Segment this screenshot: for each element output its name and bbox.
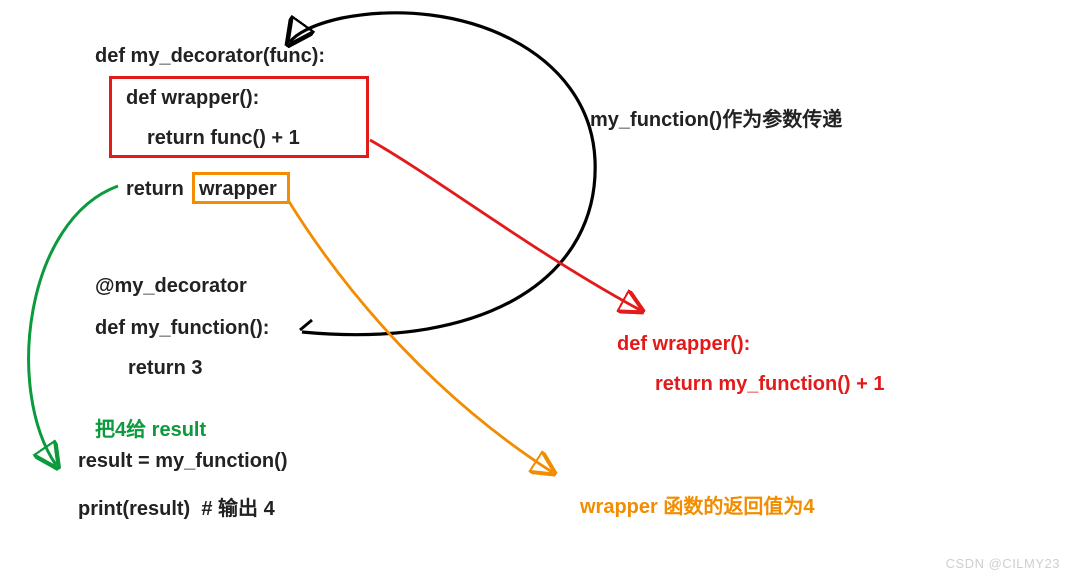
watermark: CSDN @CILMY23: [946, 556, 1060, 571]
code-line-5: @my_decorator: [95, 275, 247, 298]
orange-arrow: [288, 200, 552, 472]
red-box-wrapper: [109, 76, 369, 158]
annotation-wrapper-return: return my_function() + 1: [655, 373, 884, 396]
code-line-7: return 3: [128, 357, 202, 380]
code-line-4a: return: [126, 178, 189, 201]
annotation-wrapper-def: def wrapper():: [617, 333, 750, 356]
black-loop-arrow: [290, 13, 595, 335]
code-line-10: print(result) # 输出 4: [78, 492, 275, 521]
code-line-1: def my_decorator(func):: [95, 45, 325, 68]
black-arrow-spur: [300, 320, 312, 330]
annotation-result-label: 把4给 result: [95, 413, 206, 442]
annotation-bottom-right: wrapper 函数的返回值为4: [580, 490, 814, 519]
code-line-9: result = my_function(): [78, 450, 287, 473]
code-line-6: def my_function():: [95, 317, 269, 340]
annotation-top-right: my_function()作为参数传递: [590, 103, 842, 132]
red-arrow: [370, 140, 640, 310]
orange-box-wrapper: [192, 172, 290, 204]
